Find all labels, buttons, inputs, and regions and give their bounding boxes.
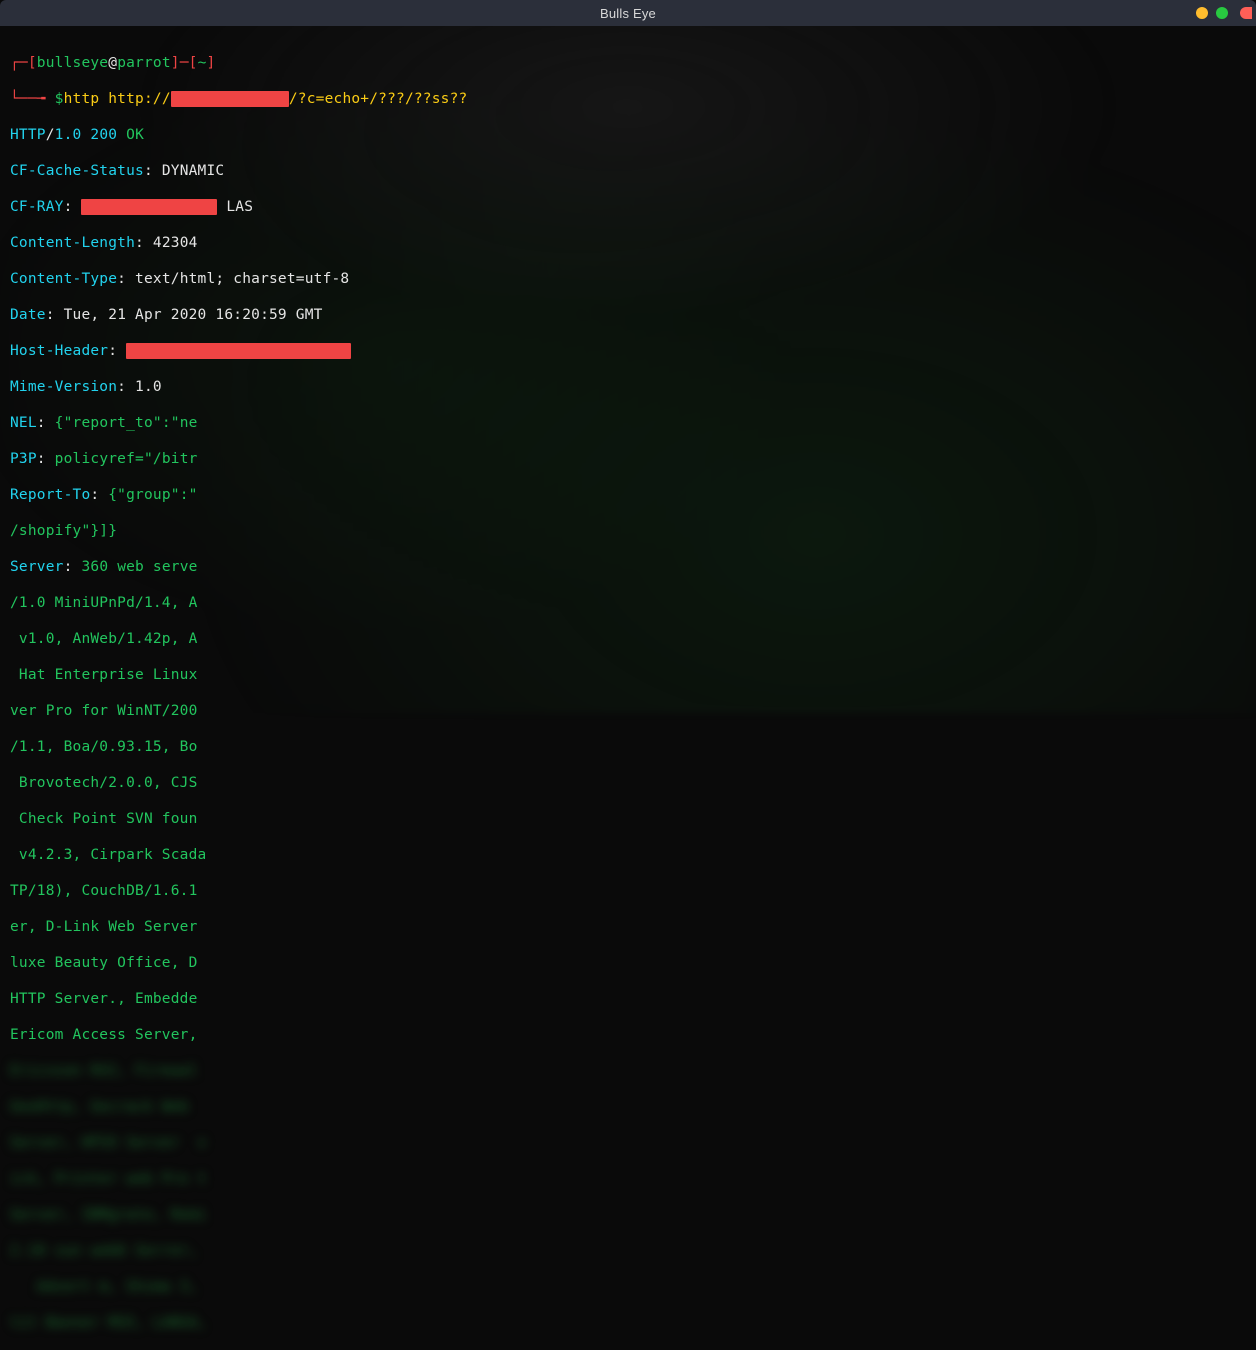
response-line: Content-Type: text/html; charset=utf-8 xyxy=(10,270,1246,288)
response-line: Check Point SVN foun xyxy=(10,810,1246,828)
response-line: CF-RAY: LAS xyxy=(10,198,1246,216)
response-line: Host-Header: xyxy=(10,342,1246,360)
minimize-icon[interactable] xyxy=(1196,7,1208,19)
blurred-line: tit Banner MS5, LANSA, xyxy=(10,1314,1246,1332)
blurred-line: Server, IBMgrate, Remi xyxy=(10,1206,1246,1224)
response-line: P3P: policyref="/bitr xyxy=(10,450,1246,468)
response-line: luxe Beauty Office, D xyxy=(10,954,1246,972)
blurred-line: ick, Printer web Pro t xyxy=(10,1170,1246,1188)
redacted-host-header xyxy=(126,343,351,359)
blurred-line: Server, HPIO Server v xyxy=(10,1134,1246,1152)
response-line: Hat Enterprise Linux xyxy=(10,666,1246,684)
prompt-line-2: └──╼ $http http:// /?c=echo+/???/??ss?? xyxy=(10,90,1246,108)
blurred-line: 2.10 sun web6 Serrer, xyxy=(10,1242,1246,1260)
response-line: NEL: {"report_to":"ne xyxy=(10,414,1246,432)
prompt-line-1: ┌─[bullseye@parrot]─[~] xyxy=(10,54,1246,72)
window-controls xyxy=(1196,7,1248,19)
close-icon[interactable] xyxy=(1240,7,1252,19)
redacted-host xyxy=(171,91,289,107)
blurred-line: GeoHttp, Gecrack Web xyxy=(10,1098,1246,1116)
response-line: Ericom Access Server, xyxy=(10,1026,1246,1044)
titlebar: Bulls Eye xyxy=(0,0,1256,26)
response-line: HTTP/1.0 200 OK xyxy=(10,126,1246,144)
response-line: Server: 360 web serve xyxy=(10,558,1246,576)
response-line: CF-Cache-Status: DYNAMIC xyxy=(10,162,1246,180)
blurred-line: Advert m, Shima 3, xyxy=(10,1278,1246,1296)
response-line: Content-Length: 42304 xyxy=(10,234,1246,252)
redacted-ray xyxy=(81,199,217,215)
response-line: /shopify"}]} xyxy=(10,522,1246,540)
response-line: Brovotech/2.0.0, CJS xyxy=(10,774,1246,792)
response-line: Report-To: {"group":" xyxy=(10,486,1246,504)
response-line: er, D-Link Web Server xyxy=(10,918,1246,936)
response-line: v4.2.3, Cirpark Scada xyxy=(10,846,1246,864)
response-line: ver Pro for WinNT/200 xyxy=(10,702,1246,720)
response-line: TP/18), CouchDB/1.6.1 xyxy=(10,882,1246,900)
response-line: /1.0 MiniUPnPd/1.4, A xyxy=(10,594,1246,612)
maximize-icon[interactable] xyxy=(1216,7,1228,19)
response-line: v1.0, AnWeb/1.42p, A xyxy=(10,630,1246,648)
response-line: Mime-Version: 1.0 xyxy=(10,378,1246,396)
response-line: Date: Tue, 21 Apr 2020 16:20:59 GMT xyxy=(10,306,1246,324)
window-title: Bulls Eye xyxy=(600,6,656,21)
blurred-line: Ericsson RX2, Firewal xyxy=(10,1062,1246,1080)
terminal-output[interactable]: ┌─[bullseye@parrot]─[~] └──╼ $http http:… xyxy=(0,26,1256,1350)
response-line: HTTP Server., Embedde xyxy=(10,990,1246,1008)
response-line: /1.1, Boa/0.93.15, Bo xyxy=(10,738,1246,756)
